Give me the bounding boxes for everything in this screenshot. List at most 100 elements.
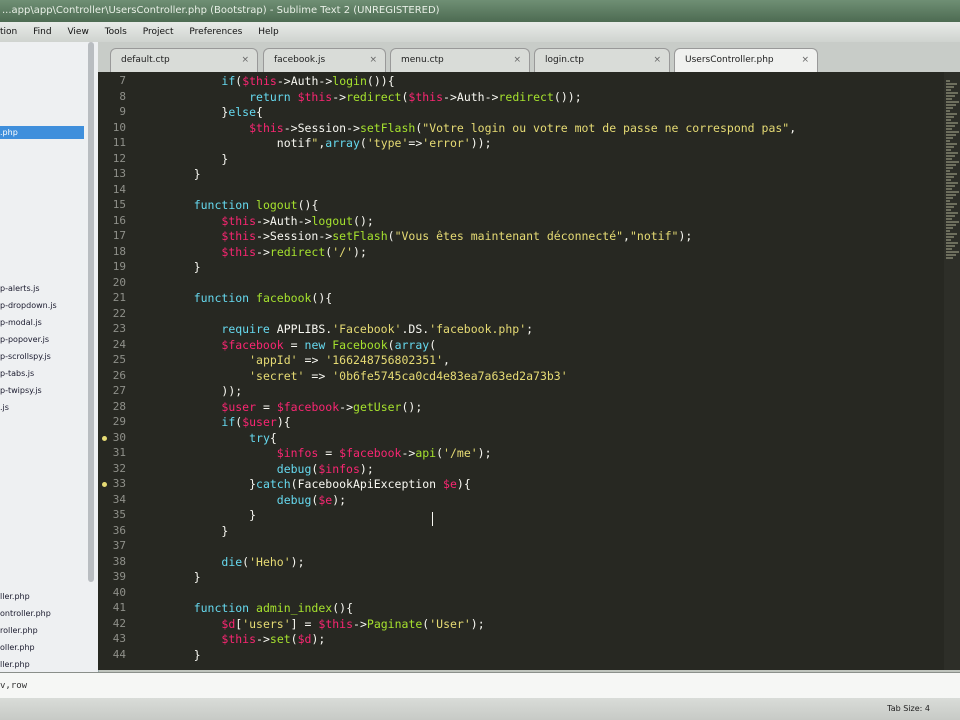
code-line[interactable]: } — [166, 152, 228, 167]
code-line[interactable]: 'secret' => '0b6fe5745ca0cd4e83ea7a63ed2… — [166, 369, 568, 384]
sidebar-scrollbar[interactable] — [88, 42, 94, 582]
minimap-line — [946, 182, 958, 184]
code-line[interactable]: }else{ — [166, 105, 263, 120]
minimap-line — [946, 119, 951, 121]
code-line[interactable]: function admin_index(){ — [166, 601, 353, 616]
minimap-line — [946, 203, 957, 205]
tab-login-ctp[interactable]: login.ctp × — [534, 48, 670, 72]
code-line[interactable]: debug($e); — [166, 493, 346, 508]
minimap-line — [946, 104, 956, 106]
code-line[interactable]: } — [166, 570, 201, 585]
sidebar-item[interactable]: p-popover.js — [0, 333, 49, 346]
close-icon[interactable]: × — [513, 49, 521, 71]
menu-item-preferences[interactable]: Preferences — [189, 22, 242, 42]
console-input[interactable]: v,row — [0, 672, 960, 699]
code-line[interactable]: $infos = $facebook->api('/me'); — [166, 446, 492, 461]
minimap-line — [946, 125, 955, 127]
code-line[interactable]: die('Heho'); — [166, 555, 304, 570]
minimap-line — [946, 239, 951, 241]
menu-item-project[interactable]: Project — [143, 22, 174, 42]
code-line[interactable]: } — [166, 508, 256, 523]
minimap-line — [946, 131, 959, 133]
code-line[interactable]: } — [166, 260, 201, 275]
line-number: 28 — [112, 399, 126, 413]
code-line[interactable]: $this->redirect('/'); — [166, 245, 366, 260]
code-line[interactable]: return $this->redirect($this->Auth->redi… — [166, 90, 582, 105]
code-line[interactable]: notif",array('type'=>'error')); — [166, 136, 492, 151]
close-icon[interactable]: × — [653, 49, 661, 71]
code-line[interactable]: $user = $facebook->getUser(); — [166, 400, 422, 415]
sidebar-item-selected-file[interactable]: .php — [0, 126, 84, 139]
code-line[interactable]: $this->Auth->logout(); — [166, 214, 373, 229]
tab-default-ctp[interactable]: default.ctp × — [110, 48, 258, 72]
modified-marker-icon — [102, 435, 107, 441]
sidebar-item[interactable]: p-alerts.js — [0, 282, 40, 295]
sidebar-item[interactable]: oller.php — [0, 641, 35, 654]
code-line[interactable]: require APPLIBS.'Facebook'.DS.'facebook.… — [166, 322, 533, 337]
code-line[interactable]: }catch(FacebookApiException $e){ — [166, 477, 471, 492]
tab-size-indicator[interactable]: Tab Size: 4 — [887, 698, 930, 720]
code-line[interactable]: try{ — [166, 431, 277, 446]
code-line[interactable]: if($this->Auth->login()){ — [166, 74, 394, 89]
line-number: 12 — [112, 151, 126, 165]
minimap-line — [946, 113, 957, 115]
minimap-line — [946, 197, 953, 199]
tab-label: facebook.js — [274, 55, 326, 65]
code-line[interactable]: $this->Session->setFlash("Votre login ou… — [166, 121, 796, 136]
code-line[interactable]: )); — [166, 384, 242, 399]
code-line[interactable]: } — [166, 648, 201, 663]
minimap-line — [946, 257, 953, 259]
tab-facebook-js[interactable]: facebook.js × — [263, 48, 386, 72]
modified-marker-icon — [102, 482, 107, 487]
close-icon[interactable]: × — [369, 49, 377, 71]
sidebar-item[interactable]: roller.php — [0, 624, 38, 637]
minimap-line — [946, 83, 957, 85]
minimap-line — [946, 221, 959, 223]
sidebar-item[interactable]: .js — [0, 401, 9, 414]
menu-item-view[interactable]: View — [67, 22, 88, 42]
minimap-line — [946, 188, 952, 190]
minimap-line — [946, 110, 950, 112]
sidebar-item[interactable]: ller.php — [0, 590, 30, 603]
line-number: 9 — [119, 105, 126, 118]
code-line[interactable]: function facebook(){ — [166, 291, 333, 306]
menu-item-help[interactable]: Help — [258, 22, 279, 42]
code-line[interactable]: 'appId' => '166248756802351', — [166, 353, 450, 368]
tab-menu-ctp[interactable]: menu.ctp × — [390, 48, 530, 72]
sidebar-item[interactable]: p-twipsy.js — [0, 384, 42, 397]
code-line[interactable]: if($user){ — [166, 415, 290, 430]
code-line[interactable]: debug($infos); — [166, 462, 374, 477]
minimap-line — [946, 176, 954, 178]
code-line[interactable]: function logout(){ — [166, 198, 319, 213]
sidebar-item[interactable]: p-modal.js — [0, 316, 42, 329]
tab-userscontroller-php[interactable]: UsersController.php × — [674, 48, 818, 72]
code-editor[interactable]: 7 8 9 10 11 12 13 14 15 16 17 18 19 20 21 22 23 24 25 26 27 2… — [98, 72, 944, 670]
code-line[interactable]: } — [166, 167, 201, 182]
line-number: 19 — [112, 260, 126, 273]
code-line[interactable]: } — [166, 524, 228, 539]
menu-item-tools[interactable]: Tools — [105, 22, 127, 42]
code-line[interactable]: $this->set($d); — [166, 632, 325, 647]
sidebar-item[interactable]: p-tabs.js — [0, 367, 34, 380]
code-line[interactable]: $d['users'] = $this->Paginate('User'); — [166, 617, 484, 632]
minimap-line — [946, 185, 955, 187]
code-line[interactable]: $facebook = new Facebook(array( — [166, 338, 436, 353]
minimap-line — [946, 230, 950, 232]
menu-item-find[interactable]: Find — [33, 22, 51, 42]
line-number: 37 — [112, 539, 126, 552]
sidebar-item[interactable]: ontroller.php — [0, 607, 51, 620]
code-line[interactable]: $this->Session->setFlash("Vous êtes main… — [166, 229, 692, 244]
minimap[interactable] — [944, 72, 960, 670]
sidebar-item[interactable]: ller.php — [0, 658, 30, 671]
minimap-line — [946, 173, 957, 175]
status-bar: Tab Size: 4 — [0, 698, 960, 720]
close-icon[interactable]: × — [801, 49, 809, 71]
minimap-line — [946, 224, 956, 226]
sidebar-item[interactable]: p-scrollspy.js — [0, 350, 51, 363]
sidebar-item[interactable]: p-dropdown.js — [0, 299, 57, 312]
line-number: 26 — [112, 368, 126, 382]
close-icon[interactable]: × — [241, 49, 249, 71]
minimap-line — [946, 179, 951, 181]
minimap-line — [946, 209, 951, 211]
menu-item-selection[interactable]: tion — [0, 22, 17, 42]
